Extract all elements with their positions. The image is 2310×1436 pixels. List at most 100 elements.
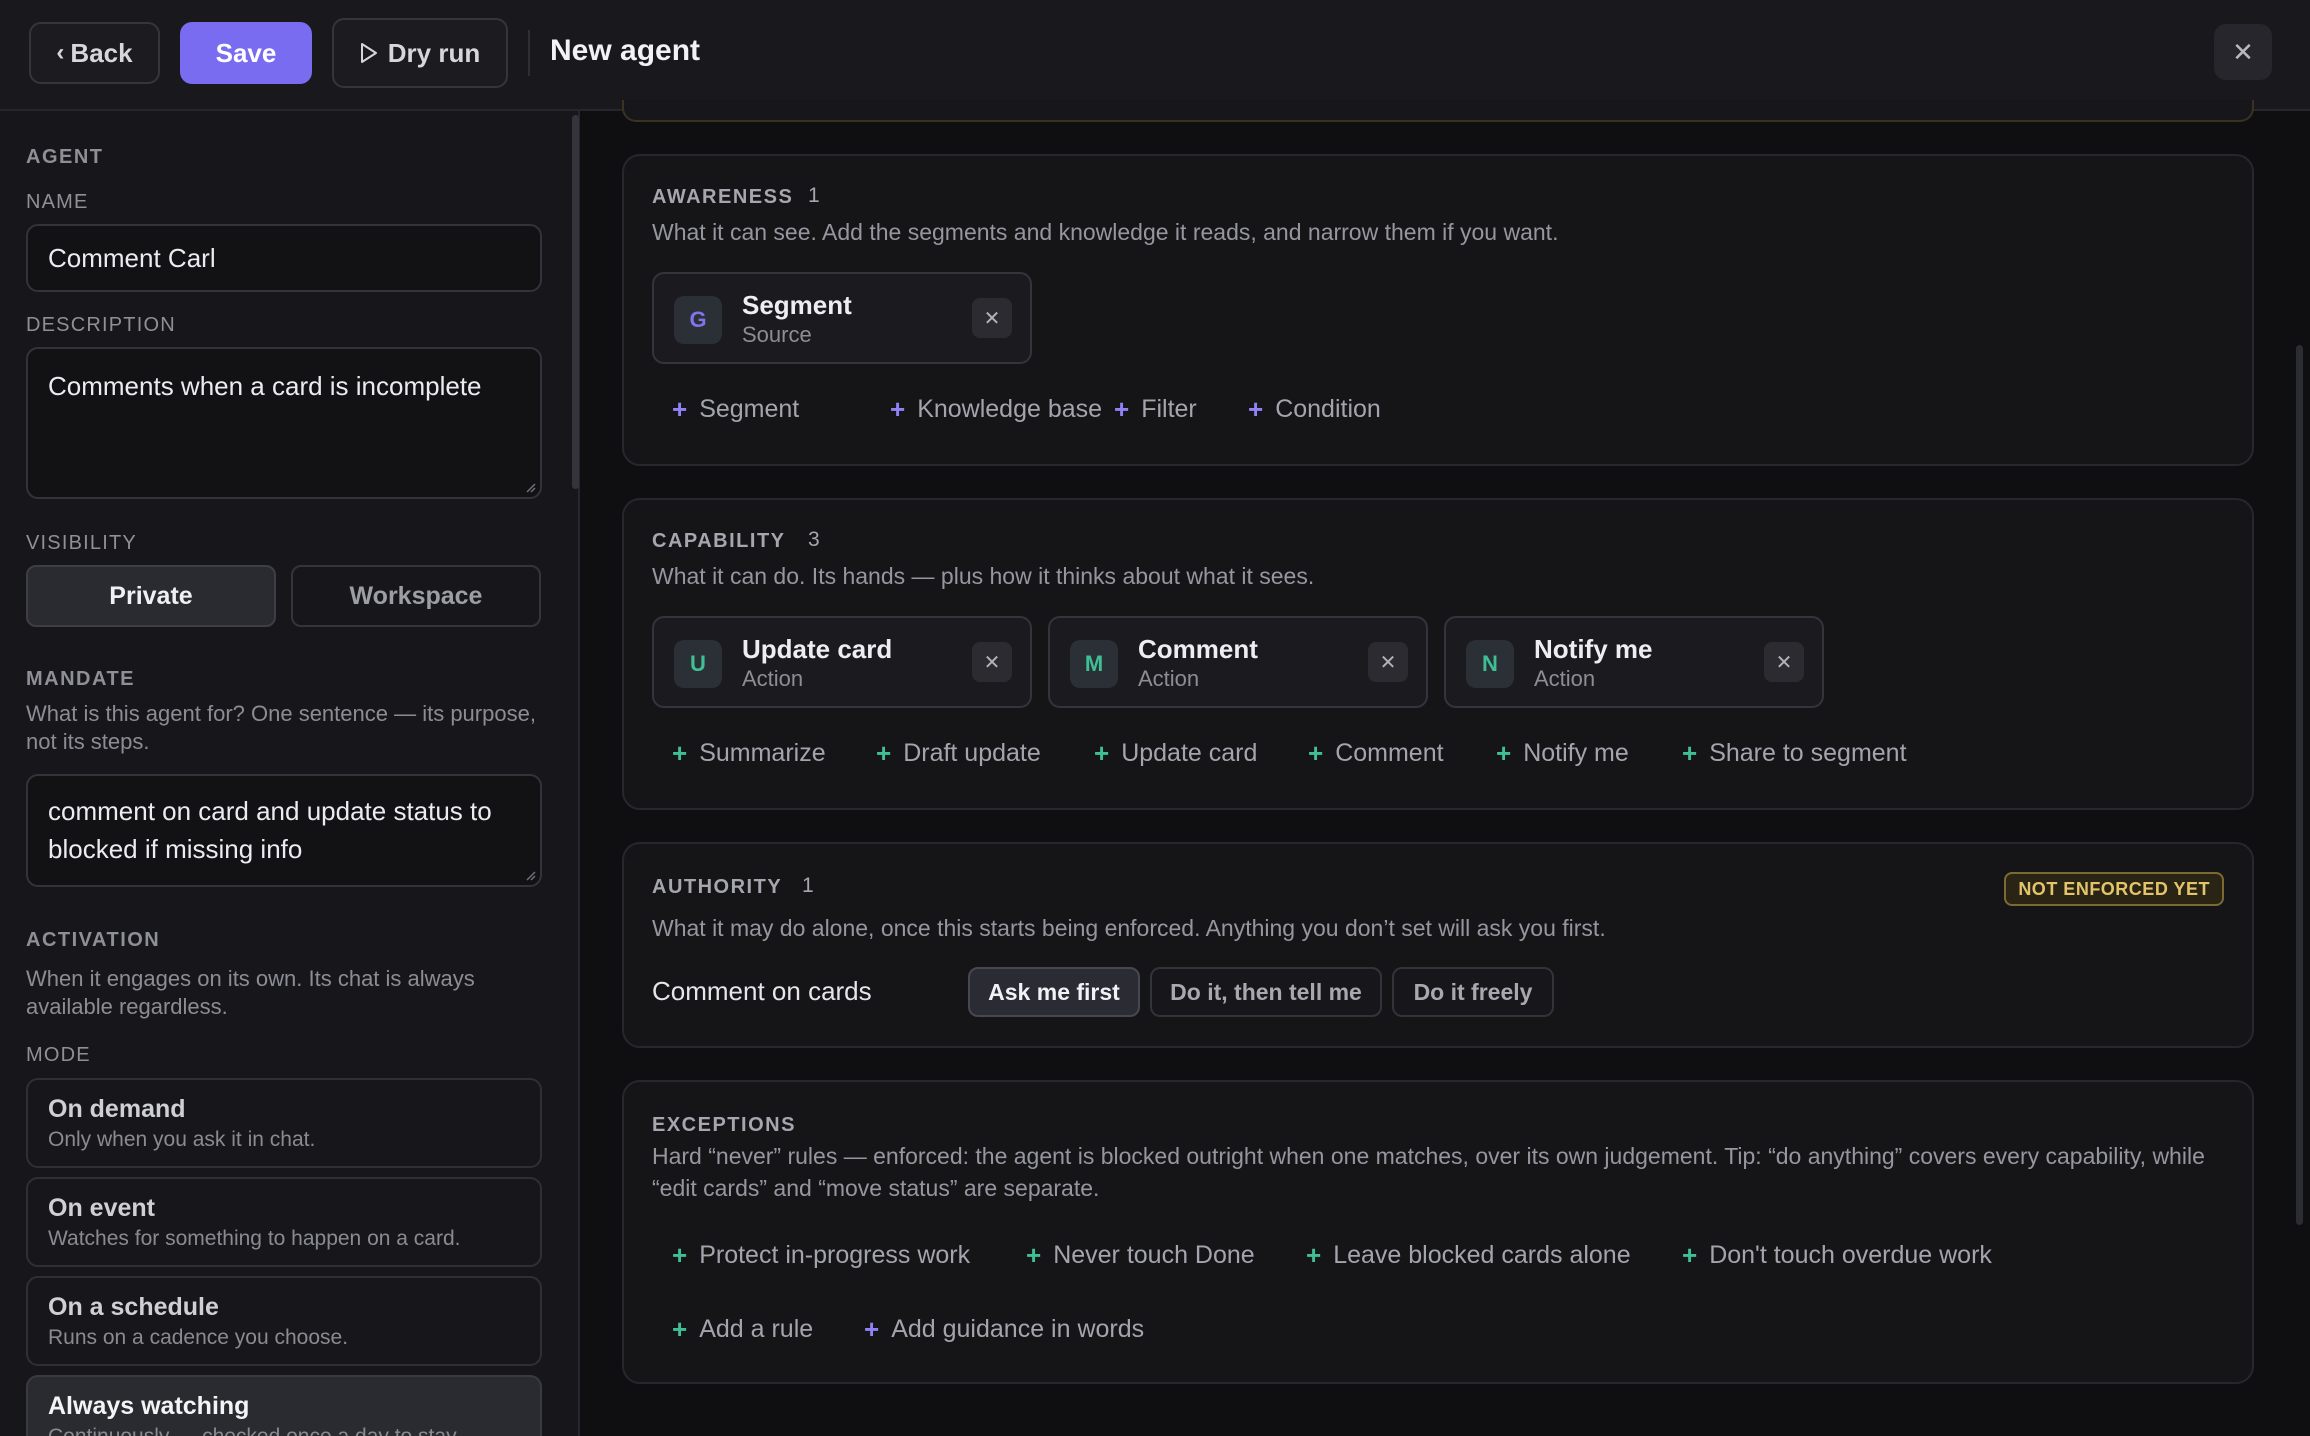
capability-item-notify-me[interactable]: N Notify me Action ✕	[1444, 616, 1824, 708]
resize-handle-icon[interactable]	[524, 481, 536, 493]
capability-count: 3	[808, 528, 820, 551]
agent-section-heading: AGENT	[26, 146, 104, 168]
mode-subtitle: Runs on a cadence you choose.	[48, 1326, 349, 1349]
add-condition-button[interactable]: + Condition	[1248, 394, 1381, 425]
visibility-private-option[interactable]: Private	[26, 565, 276, 627]
mode-subtitle: Watches for something to happen on a car…	[48, 1227, 461, 1250]
chip-type: Action	[742, 666, 804, 691]
suggestion-never-touch-done[interactable]: + Never touch Done	[1026, 1240, 1255, 1271]
close-icon: ✕	[1379, 651, 1397, 674]
exceptions-title: EXCEPTIONS	[652, 1114, 796, 1136]
remove-item-button[interactable]: ✕	[1368, 642, 1408, 682]
suggestion-label: Don't touch overdue work	[1709, 1241, 1992, 1269]
option-do-it-freely[interactable]: Do it freely	[1392, 967, 1554, 1017]
name-field[interactable]: Comment Carl	[26, 224, 542, 292]
page-title: New agent	[550, 34, 701, 67]
play-icon	[360, 43, 377, 63]
mode-subtitle: Continuously — checked once a day to sta…	[48, 1423, 520, 1436]
add-option-label: Draft update	[903, 739, 1041, 767]
suggestion-protect-in-progress-work[interactable]: + Protect in-progress work	[672, 1240, 970, 1271]
plus-icon: +	[1682, 738, 1698, 768]
suggestion-label: Protect in-progress work	[699, 1241, 971, 1269]
remove-item-button[interactable]: ✕	[972, 642, 1012, 682]
add-option-label: Comment	[1335, 739, 1444, 767]
description-text: Comments when a card is incomplete	[48, 371, 482, 401]
awareness-description: What it can see. Add the segments and kn…	[652, 219, 1559, 245]
add-option-label: Knowledge base	[917, 395, 1103, 423]
add-option-label: Update card	[1121, 739, 1258, 767]
capability-section: CAPABILITY 3 What it can do. Its hands —…	[622, 498, 2254, 810]
plus-icon: +	[890, 394, 906, 424]
add-rule-button[interactable]: + Add a rule	[672, 1314, 813, 1345]
mode-option-on-demand[interactable]: On demand Only when you ask it in chat.	[26, 1078, 542, 1168]
plus-icon: +	[876, 738, 892, 768]
close-button[interactable]: ✕	[2214, 24, 2272, 80]
add-knowledge-base-button[interactable]: + Knowledge base	[890, 394, 1102, 425]
add-share-to-segment-button[interactable]: + Share to segment	[1682, 738, 1907, 769]
resize-handle-icon[interactable]	[524, 869, 536, 881]
add-option-label: Filter	[1141, 395, 1197, 423]
mode-label: MODE	[26, 1044, 91, 1066]
plus-icon: +	[1308, 738, 1324, 768]
main-scrollbar[interactable]	[2296, 345, 2303, 1225]
remove-item-button[interactable]: ✕	[1764, 642, 1804, 682]
notify-me-avatar: N	[1466, 640, 1514, 688]
awareness-title: AWARENESS	[652, 186, 794, 208]
visibility-workspace-option[interactable]: Workspace	[291, 565, 541, 627]
option-do-it-then-tell-me[interactable]: Do it, then tell me	[1150, 967, 1382, 1017]
add-comment-button[interactable]: + Comment	[1308, 738, 1444, 769]
add-notify-me-button[interactable]: + Notify me	[1496, 738, 1629, 769]
chip-name: Segment	[742, 290, 852, 320]
authority-rule-label: Comment on cards	[652, 976, 872, 1006]
add-summarize-button[interactable]: + Summarize	[672, 738, 826, 769]
close-icon: ✕	[983, 307, 1001, 330]
dry-run-button[interactable]: Dry run	[332, 18, 508, 88]
back-button[interactable]: ‹ Back	[29, 22, 160, 84]
capability-description: What it can do. Its hands — plus how it …	[652, 563, 1315, 589]
awareness-item-segment[interactable]: G Segment Source ✕	[652, 272, 1032, 364]
add-option-label: Segment	[699, 395, 800, 423]
save-button[interactable]: Save	[180, 22, 312, 84]
visibility-label: VISIBILITY	[26, 532, 137, 554]
add-segment-button[interactable]: + Segment	[672, 394, 799, 425]
name-label: NAME	[26, 191, 89, 213]
sidebar-scrollbar[interactable]	[572, 115, 579, 489]
mode-title: Always watching	[48, 1392, 250, 1420]
chip-type: Source	[742, 322, 812, 347]
capability-item-comment[interactable]: M Comment Action ✕	[1048, 616, 1428, 708]
add-option-label: Share to segment	[1709, 739, 1907, 767]
authority-description: What it may do alone, once this starts b…	[652, 915, 1606, 941]
chip-name: Update card	[742, 634, 893, 664]
mode-option-always-watching[interactable]: Always watching Continuously — checked o…	[26, 1375, 542, 1436]
add-guidance-button[interactable]: + Add guidance in words	[864, 1314, 1144, 1345]
capability-item-update-card[interactable]: U Update card Action ✕	[652, 616, 1032, 708]
previous-section-edge	[622, 100, 2254, 122]
exceptions-section: EXCEPTIONS Hard “never” rules — enforced…	[622, 1080, 2254, 1384]
plus-icon: +	[1114, 394, 1130, 424]
plus-icon: +	[672, 1314, 688, 1344]
save-button-label: Save	[215, 37, 277, 68]
plus-icon: +	[1248, 394, 1264, 424]
mode-option-on-event[interactable]: On event Watches for something to happen…	[26, 1177, 542, 1267]
chip-name: Comment	[1138, 634, 1258, 664]
mode-title: On event	[48, 1194, 155, 1222]
comment-avatar: M	[1070, 640, 1118, 688]
close-icon: ✕	[983, 651, 1001, 674]
suggestion-leave-blocked-cards-alone[interactable]: + Leave blocked cards alone	[1306, 1240, 1631, 1271]
add-option-label: Summarize	[699, 739, 826, 767]
add-filter-button[interactable]: + Filter	[1114, 394, 1197, 425]
add-draft-update-button[interactable]: + Draft update	[876, 738, 1041, 769]
segment-avatar: G	[674, 296, 722, 344]
add-update-card-button[interactable]: + Update card	[1094, 738, 1257, 769]
activation-help-text: When it engages on its own. Its chat is …	[26, 966, 475, 1019]
awareness-section: AWARENESS 1 What it can see. Add the seg…	[622, 154, 2254, 466]
remove-item-button[interactable]: ✕	[972, 298, 1012, 338]
add-option-label: Notify me	[1523, 739, 1629, 767]
option-ask-me-first[interactable]: Ask me first	[968, 967, 1140, 1017]
suggestion-dont-touch-overdue-work[interactable]: + Don't touch overdue work	[1682, 1240, 1992, 1271]
plus-icon: +	[864, 1314, 880, 1344]
mandate-field[interactable]: comment on card and update status to blo…	[26, 774, 542, 887]
mode-option-on-a-schedule[interactable]: On a schedule Runs on a cadence you choo…	[26, 1276, 542, 1366]
description-field[interactable]: Comments when a card is incomplete	[26, 347, 542, 499]
exceptions-description: Hard “never” rules — enforced: the agent…	[652, 1143, 2205, 1201]
